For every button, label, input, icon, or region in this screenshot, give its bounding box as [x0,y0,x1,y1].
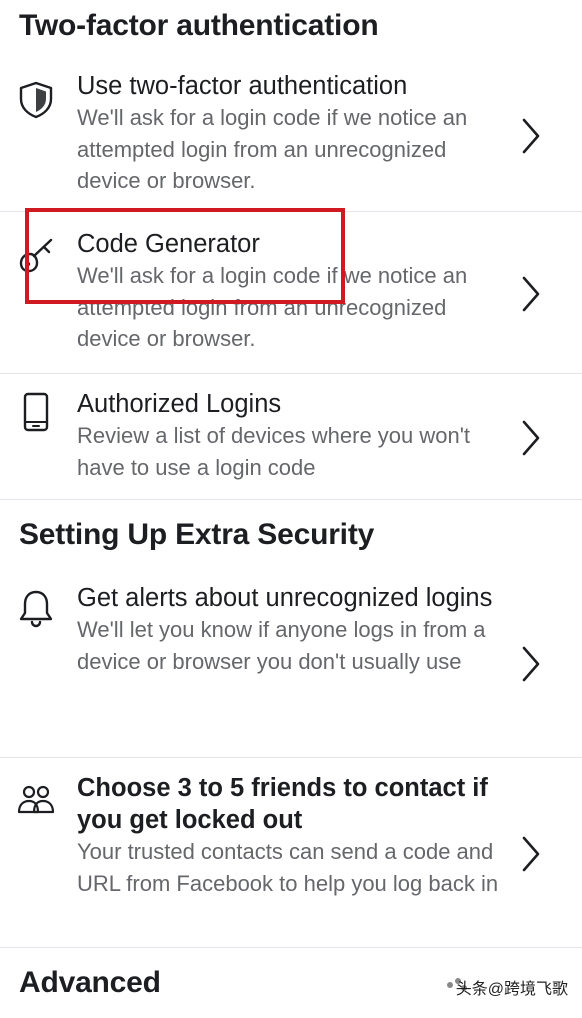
chevron-right-icon [522,836,540,872]
row-trusted-contacts[interactable]: Choose 3 to 5 friends to contact if you … [0,758,582,948]
divider [0,947,582,948]
row-login-alerts[interactable]: Get alerts about unrecognized logins We'… [0,568,582,758]
divider [0,499,582,500]
row-use-two-factor[interactable]: Use two-factor authentication We'll ask … [0,62,582,212]
row-title: Choose 3 to 5 friends to contact if you … [77,774,488,834]
row-description: Your trusted contacts can send a code an… [77,839,499,896]
bell-icon [19,590,53,628]
row-title: Code Generator [77,230,260,258]
section-title-advanced: Advanced [19,966,161,999]
chevron-right-icon [522,646,540,682]
row-title: Use two-factor authentication [77,72,408,100]
shield-icon [19,81,53,119]
chevron-right-icon [522,118,540,154]
watermark-text: 头条@跨境飞歌 [455,981,568,998]
row-description: We'll ask for a login code if we notice … [77,105,468,193]
row-code-generator[interactable]: Code Generator We'll ask for a login cod… [0,212,582,374]
row-description: Review a list of devices where you won't… [77,423,471,480]
row-title: Get alerts about unrecognized logins [77,584,493,612]
phone-icon [23,392,49,432]
row-authorized-logins[interactable]: Authorized Logins Review a list of devic… [0,374,582,500]
key-icon [19,238,53,273]
row-title: Authorized Logins [77,390,282,418]
section-title-two-factor: Two-factor authentication [19,9,379,42]
chevron-right-icon [522,420,540,456]
row-description: We'll ask for a login code if we notice … [77,263,468,351]
section-title-extra-security: Setting Up Extra Security [19,518,375,551]
row-description: We'll let you know if anyone logs in fro… [77,617,486,674]
chevron-right-icon [522,276,540,312]
friends-icon [17,785,55,814]
